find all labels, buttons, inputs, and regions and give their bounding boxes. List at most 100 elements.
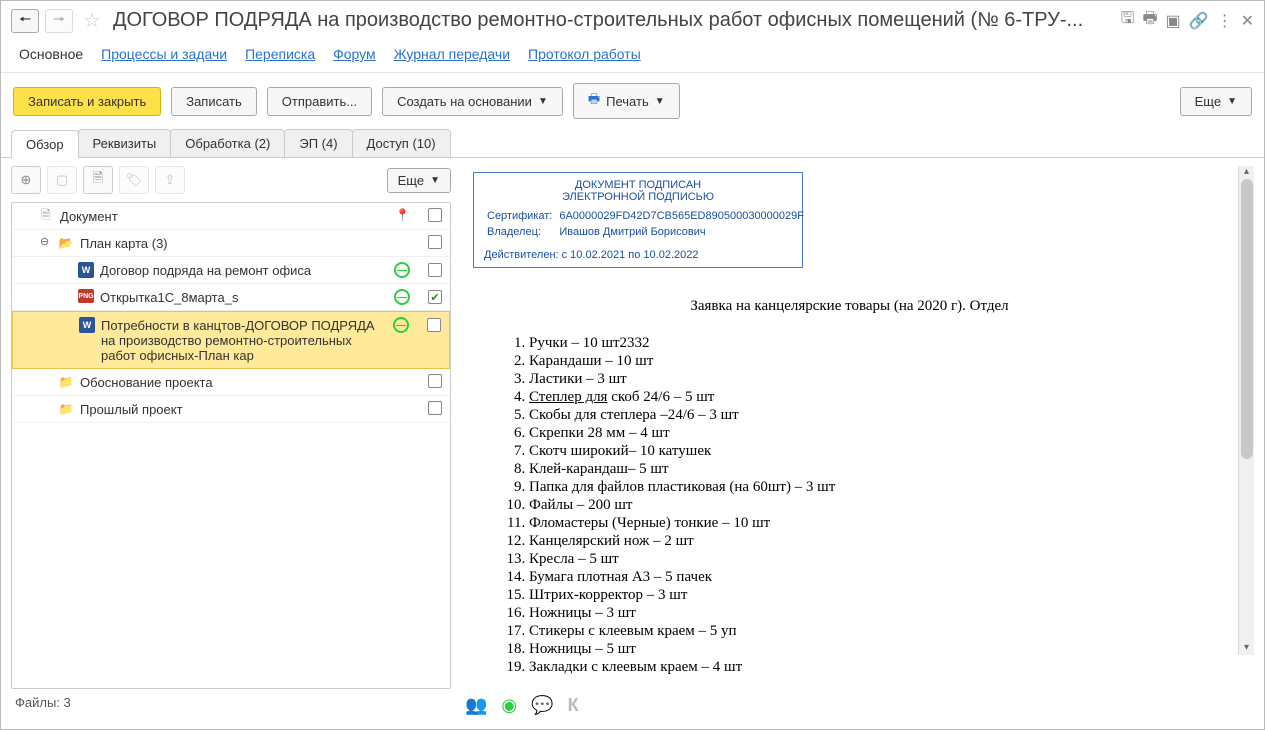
doc-item: Папка для файлов пластиковая (на 60шт) –… <box>529 479 1210 496</box>
print-label: Печать <box>606 94 649 109</box>
cursor-icon[interactable]: К <box>568 695 579 716</box>
doc-item: Штрих-корректор – 3 шт <box>529 587 1210 604</box>
document-icon: 🗎 <box>38 208 54 224</box>
create-based-button[interactable]: Создать на основании ▼ <box>382 87 563 116</box>
tree-file-needs[interactable]: W Потребности в канцтов-ДОГОВОР ПОДРЯДА … <box>12 311 450 369</box>
signature-stamp: ДОКУМЕНТ ПОДПИСАН ЭЛЕКТРОННОЙ ПОДПИСЬЮ С… <box>473 172 803 268</box>
save-close-button[interactable]: Записать и закрыть <box>13 87 161 116</box>
send-button[interactable]: Отправить... <box>267 87 372 116</box>
doc-item: Закладки с клеевым краем – 4 шт <box>529 659 1210 676</box>
caret-down-icon: ▼ <box>655 96 665 107</box>
tree-folder-previous[interactable]: 📁 Прошлый проект <box>12 396 450 423</box>
doc-item: Ластики – 3 шт <box>529 371 1210 388</box>
folder-icon: 📁 <box>58 401 74 417</box>
save-icon[interactable]: 🖫 <box>1121 7 1135 34</box>
checkbox[interactable] <box>428 263 442 277</box>
report-icon[interactable]: ▣ <box>1166 11 1181 31</box>
tree-folder-justification[interactable]: 📁 Обоснование проекта <box>12 369 450 396</box>
more-button[interactable]: Еще ▼ <box>1180 87 1252 116</box>
doc-item: Ножницы – 3 шт <box>529 605 1210 622</box>
checkbox[interactable] <box>428 208 442 222</box>
collapse-icon[interactable]: ⊖ <box>40 235 52 248</box>
checkbox[interactable] <box>427 318 441 332</box>
scroll-up-icon[interactable]: ▴ <box>1239 166 1254 177</box>
print-button[interactable]: 🖶 Печать ▼ <box>573 83 680 119</box>
caret-down-icon: ▼ <box>1227 96 1237 107</box>
doc-item: Канцелярский нож – 2 шт <box>529 533 1210 550</box>
tag-button[interactable]: 🏷 <box>119 166 149 194</box>
doc-item: Скобы для степлера –24/6 – 3 шт <box>529 407 1210 424</box>
pin-icon: 📍 <box>395 208 410 222</box>
tab-work-protocol[interactable]: Протокол работы <box>528 46 641 62</box>
signature-icon <box>394 289 410 305</box>
checkbox[interactable] <box>428 374 442 388</box>
word-icon: W <box>78 262 94 278</box>
document-preview: ДОКУМЕНТ ПОДПИСАН ЭЛЕКТРОННОЙ ПОДПИСЬЮ С… <box>461 162 1254 689</box>
doc-item: Файлы – 200 шт <box>529 497 1210 514</box>
users-icon[interactable]: 👥 <box>465 695 487 716</box>
forward-button[interactable]: 🠖 <box>45 9 73 33</box>
link-icon[interactable]: 🔗 <box>1189 11 1209 31</box>
doc-item: Фломастеры (Черные) тонкие – 10 шт <box>529 515 1210 532</box>
add-button[interactable]: ⊕ <box>11 166 41 194</box>
file-tree: 🗎 Документ 📍 ⊖ 📂 План карта (3) <box>11 202 451 689</box>
create-based-label: Создать на основании <box>397 94 532 109</box>
tab-processes[interactable]: Процессы и задачи <box>101 46 227 62</box>
subtab-details[interactable]: Реквизиты <box>78 129 172 157</box>
signature-icon <box>394 262 410 278</box>
doc-item: Скрепки 28 мм – 4 шт <box>529 425 1210 442</box>
chat-icon[interactable]: 💬 <box>531 695 553 716</box>
checkbox[interactable] <box>428 290 442 304</box>
scroll-thumb[interactable] <box>1241 179 1253 459</box>
tree-more-button[interactable]: Еще ▼ <box>387 168 451 193</box>
tab-main[interactable]: Основное <box>19 46 83 62</box>
tree-folder-plan[interactable]: ⊖ 📂 План карта (3) <box>12 230 450 257</box>
copy-button[interactable]: ▢ <box>47 166 77 194</box>
subtab-processing[interactable]: Обработка (2) <box>170 129 285 157</box>
scroll-down-icon[interactable]: ▾ <box>1239 642 1254 653</box>
doc-item-list: Ручки – 10 шт2332Карандаши – 10 штЛастик… <box>489 335 1210 676</box>
tree-file-postcard[interactable]: PNG Открытка1С_8марта_s <box>12 284 450 311</box>
word-icon: W <box>79 317 95 333</box>
doc-title: Заявка на канцелярские товары (на 2020 г… <box>489 298 1210 315</box>
files-count: Файлы: 3 <box>11 689 451 716</box>
doc-item: Стикеры с клеевым краем – 5 уп <box>529 623 1210 640</box>
png-icon: PNG <box>78 289 94 303</box>
doc-item: Кресла – 5 шт <box>529 551 1210 568</box>
tree-root[interactable]: 🗎 Документ 📍 <box>12 203 450 230</box>
subtab-ep[interactable]: ЭП (4) <box>284 129 352 157</box>
subtab-overview[interactable]: Обзор <box>11 130 79 158</box>
doc-item: Клей-карандаш– 5 шт <box>529 461 1210 478</box>
doc-item: Бумага плотная А3 – 5 пачек <box>529 569 1210 586</box>
caret-down-icon: ▼ <box>430 175 440 186</box>
back-button[interactable]: 🠔 <box>11 9 39 33</box>
doc-item: Скотч широкий– 10 катушек <box>529 443 1210 460</box>
tab-transfer-log[interactable]: Журнал передачи <box>394 46 510 62</box>
close-icon[interactable]: ✕ <box>1241 11 1254 31</box>
new-doc-button[interactable]: 🗎 <box>83 166 113 194</box>
doc-item: Степлер для скоб 24/6 – 5 шт <box>529 389 1210 406</box>
favorite-icon[interactable]: ☆ <box>83 8 101 33</box>
preview-scrollbar[interactable]: ▴ ▾ <box>1238 166 1254 655</box>
tree-file-contract[interactable]: W Договор подряда на ремонт офиса <box>12 257 450 284</box>
more-menu-icon[interactable]: ⋮ <box>1217 11 1233 31</box>
folder-open-icon: 📂 <box>58 235 74 251</box>
printer-icon: 🖶 <box>588 90 600 112</box>
checkbox[interactable] <box>428 235 442 249</box>
subtab-access[interactable]: Доступ (10) <box>352 129 451 157</box>
folder-icon: 📁 <box>58 374 74 390</box>
tab-forum[interactable]: Форум <box>333 46 376 62</box>
signature-icon <box>393 317 409 333</box>
doc-item: Ручки – 10 шт2332 <box>529 335 1210 352</box>
doc-item: Ножницы – 5 шт <box>529 641 1210 658</box>
checkbox[interactable] <box>428 401 442 415</box>
print-icon[interactable]: 🖶 <box>1142 7 1157 34</box>
caret-down-icon: ▼ <box>538 96 548 107</box>
upload-button[interactable]: ⇪ <box>155 166 185 194</box>
more-label: Еще <box>1195 94 1221 109</box>
doc-item: Карандаши – 10 шт <box>529 353 1210 370</box>
signature-status-icon[interactable]: ◉ <box>501 695 517 716</box>
save-button[interactable]: Записать <box>171 87 257 116</box>
tab-correspondence[interactable]: Переписка <box>245 46 315 62</box>
page-title: ДОГОВОР ПОДРЯДА на производство ремонтно… <box>113 9 1115 32</box>
